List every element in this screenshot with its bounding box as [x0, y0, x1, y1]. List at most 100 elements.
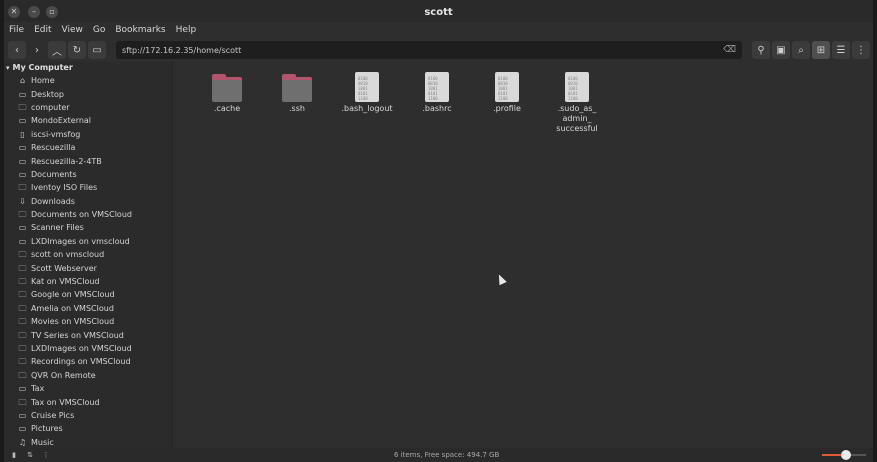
sidebar-item-label: Pictures: [31, 424, 63, 434]
sidebar-item[interactable]: ▭ LXDImages on vmscloud: [4, 235, 172, 248]
terminal-icon[interactable]: ▣: [772, 41, 790, 59]
sidebar-header-label: My Computer: [12, 63, 73, 72]
zoom-knob[interactable]: [841, 450, 852, 460]
folder-icon: [282, 72, 312, 102]
sidebar-item[interactable]: 🗀 Documents on VMSCloud: [4, 208, 172, 221]
sidebar-item-label: Movies on VMSCloud: [31, 317, 115, 327]
download-icon: ⇩: [19, 196, 26, 206]
network-folder-icon: 🗀: [18, 303, 27, 313]
list-view-icon[interactable]: ☰: [832, 41, 850, 59]
sidebar-item[interactable]: ▯ iscsi-vmsfog: [4, 128, 172, 141]
file-item[interactable]: 0100 0010 1001 0101 1100 .profile: [478, 72, 536, 114]
sidebar-item[interactable]: ⌂ Home: [4, 74, 172, 87]
close-icon[interactable]: ✕: [8, 6, 20, 18]
network-folder-icon: 🗀: [18, 330, 27, 340]
network-folder-icon: 🗀: [18, 277, 27, 287]
file-name: .ssh: [289, 104, 305, 113]
file-item[interactable]: .cache: [198, 72, 256, 114]
sidebar-item[interactable]: 🗀 Iventoy ISO Files: [4, 181, 172, 194]
file-item[interactable]: .ssh: [268, 72, 326, 114]
folder-icon: ▭: [18, 236, 27, 246]
sidebar-item-label: Music: [31, 437, 54, 447]
menu-help[interactable]: Help: [171, 25, 202, 35]
chevron-down-icon[interactable]: ▾: [6, 62, 10, 74]
computer-icon[interactable]: ▭: [88, 41, 106, 59]
sidebar-item[interactable]: ♫ Music: [4, 436, 172, 448]
sidebar-item[interactable]: ▭ Pictures: [4, 422, 172, 435]
folder-icon: ▭: [18, 384, 27, 394]
menu-file[interactable]: File: [4, 25, 29, 35]
location-pin-icon[interactable]: ⚲: [752, 41, 770, 59]
zoom-slider[interactable]: [822, 450, 866, 460]
sidebar-item[interactable]: ▭ Documents: [4, 168, 172, 181]
sidebar-item[interactable]: ⇩ Downloads: [4, 195, 172, 208]
sidebar-list: ⌂ Home ▭ Desktop 🗀 computer ▭ MondoExternal ▯ isc…: [4, 74, 172, 448]
sidebar-item[interactable]: 🗀 Google on VMSCloud: [4, 288, 172, 301]
location-input[interactable]: sftp://172.16.2.35/home/scott: [116, 46, 723, 55]
clear-location-icon[interactable]: ⌫: [723, 45, 736, 55]
text-file-icon: 0100 0010 1001 0101 1100: [425, 72, 449, 102]
file-name: .bashrc: [422, 104, 452, 113]
sidebar-item[interactable]: 🗀 Tax on VMSCloud: [4, 395, 172, 408]
minimize-icon[interactable]: –: [28, 6, 40, 18]
network-folder-icon: 🗀: [18, 357, 27, 367]
places-icon[interactable]: ⇅: [24, 450, 36, 460]
location-bar[interactable]: sftp://172.16.2.35/home/scott ⌫: [116, 41, 742, 59]
sidebar-item-label: Rescuezilla-2-4TB: [31, 156, 102, 166]
maximize-icon[interactable]: ▫: [46, 6, 58, 18]
file-name-line: admin_: [562, 114, 592, 123]
folder-icon: ▭: [18, 424, 27, 434]
sidebar-item[interactable]: ▭ Cruise Pics: [4, 409, 172, 422]
sidebar-item[interactable]: ▭ MondoExternal: [4, 114, 172, 127]
menu-bookmarks[interactable]: Bookmarks: [110, 25, 170, 35]
sidebar-item[interactable]: ▭ Scanner Files: [4, 221, 172, 234]
compact-view-icon[interactable]: ⋮: [852, 41, 870, 59]
file-name: .sudo_as_ admin_ successful: [556, 104, 597, 134]
back-icon[interactable]: ‹: [8, 41, 26, 59]
view-tools: ⚲ ▣ ⌕ ⊞ ☰ ⋮: [750, 41, 870, 59]
menu-go[interactable]: Go: [88, 25, 110, 35]
sidebar-item[interactable]: 🗀 LXDImages on VMSCloud: [4, 342, 172, 355]
file-name-line: .sudo_as_: [557, 104, 597, 113]
mouse-cursor: [495, 272, 507, 286]
sidebar-item[interactable]: ▭ Tax: [4, 382, 172, 395]
text-file-icon: 0100 0010 1001 0101 1100: [495, 72, 519, 102]
folder-icon: ▭: [18, 169, 27, 179]
menu-view[interactable]: View: [57, 25, 88, 35]
sidebar-item[interactable]: 🗀 Movies on VMSCloud: [4, 315, 172, 328]
sidebar-item[interactable]: 🗀 Amelia on VMSCloud: [4, 302, 172, 315]
desktop-icon: ▭: [18, 89, 27, 99]
network-folder-icon: 🗀: [18, 250, 27, 260]
sidebar-item[interactable]: ▭ Rescuezilla-2-4TB: [4, 154, 172, 167]
menu-edit[interactable]: Edit: [29, 25, 56, 35]
sidebar-item[interactable]: 🗀 Scott Webserver: [4, 261, 172, 274]
sidebar-item-label: Kat on VMSCloud: [31, 277, 100, 287]
sidebar-item[interactable]: 🗀 scott on vmscloud: [4, 248, 172, 261]
tree-icon[interactable]: ⋮: [40, 450, 52, 460]
sidebar-item[interactable]: 🗀 QVR On Remote: [4, 369, 172, 382]
file-name-line: successful: [556, 124, 598, 133]
sidebar-item[interactable]: ▭ Desktop: [4, 87, 172, 100]
sidebar-item[interactable]: 🗀 Kat on VMSCloud: [4, 275, 172, 288]
file-item[interactable]: 0100 0010 1001 0101 1100 .bash_logout: [338, 72, 396, 114]
search-icon[interactable]: ⌕: [792, 41, 810, 59]
toggle-sidebar-icon[interactable]: ▮: [8, 450, 20, 460]
icon-view-icon[interactable]: ⊞: [812, 41, 830, 59]
file-item[interactable]: 0100 0010 1001 0101 1100 .sudo_as_ admin_ succe…: [548, 72, 606, 134]
sidebar-item[interactable]: 🗀 TV Series on VMSCloud: [4, 328, 172, 341]
file-name: .cache: [213, 104, 241, 113]
folder-icon: ▭: [18, 116, 27, 126]
sidebar-header[interactable]: ▾ My Computer: [4, 62, 172, 74]
sidebar-item[interactable]: 🗀 computer: [4, 101, 172, 114]
up-icon[interactable]: ︿: [48, 41, 66, 59]
network-folder-icon: 🗀: [18, 317, 27, 327]
file-view[interactable]: .cache .ssh 0100 0010 1001 0101 1100 .bash_logo…: [172, 62, 870, 448]
reload-icon[interactable]: ↻: [68, 41, 86, 59]
text-file-icon: 0100 0010 1001 0101 1100: [355, 72, 379, 102]
sidebar-item-label: Rescuezilla: [31, 143, 76, 153]
status-text: 6 items, Free space: 494.7 GB: [394, 451, 500, 459]
sidebar-item[interactable]: 🗀 Recordings on VMSCloud: [4, 355, 172, 368]
file-item[interactable]: 0100 0010 1001 0101 1100 .bashrc: [408, 72, 466, 114]
forward-icon[interactable]: ›: [28, 41, 46, 59]
sidebar-item[interactable]: ▭ Rescuezilla: [4, 141, 172, 154]
